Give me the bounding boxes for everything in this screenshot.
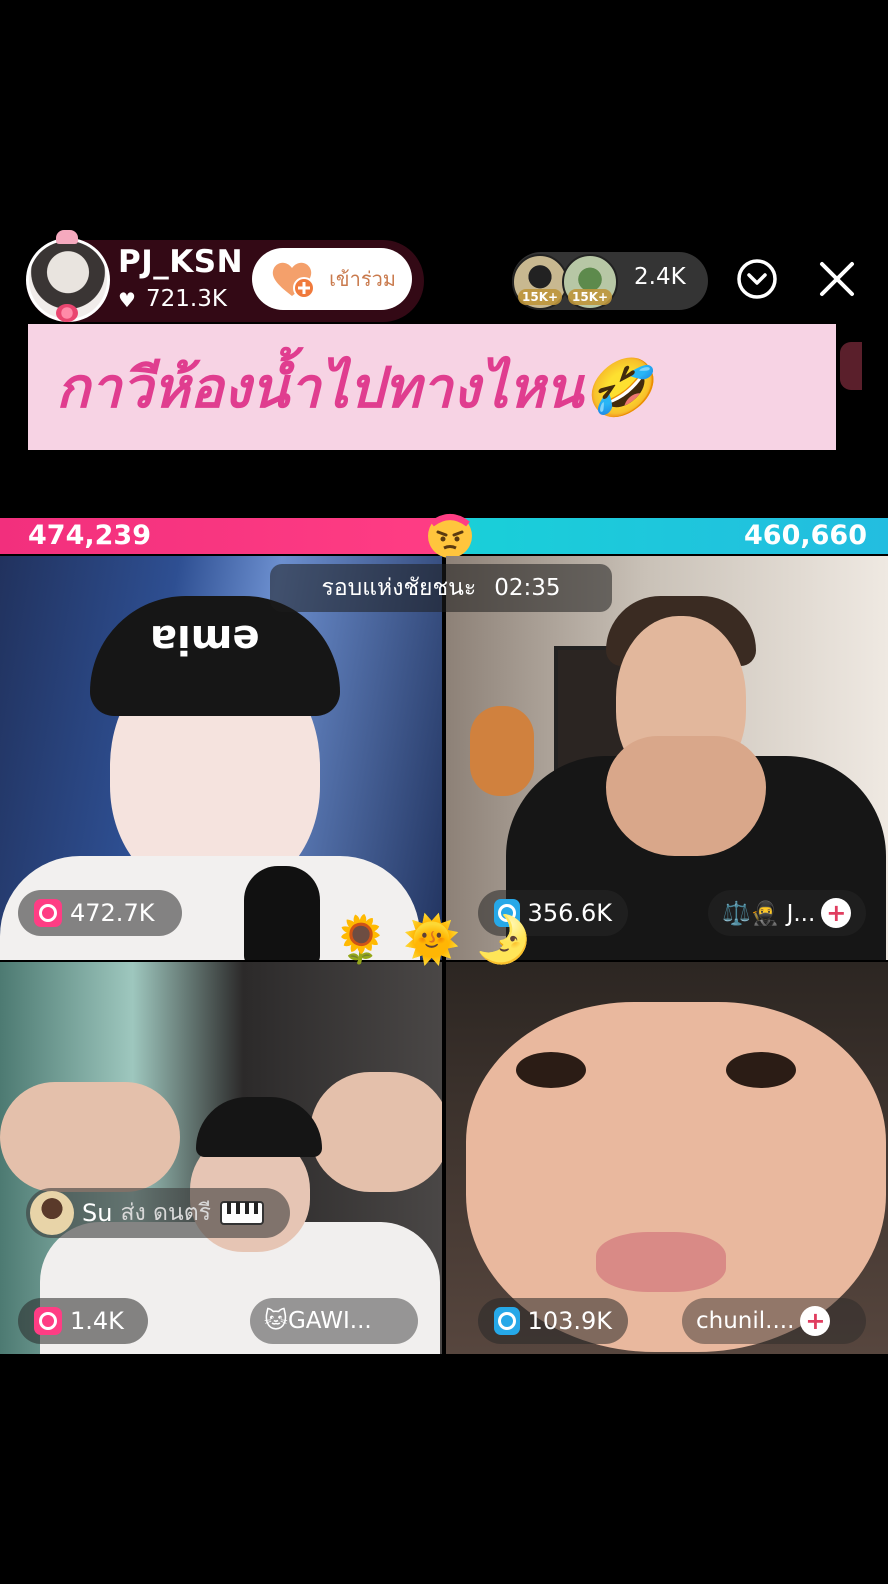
tile-score-pill: 103.9K (478, 1298, 628, 1344)
video-tile-4[interactable] (446, 962, 888, 1354)
tile-score: 103.9K (527, 1307, 612, 1335)
gift-action: ส่ง ดนตรี (120, 1200, 211, 1226)
round-timer-pill: รอบแห่งชัยชนะ 02:35 (270, 564, 612, 612)
guest-name-pill[interactable]: 🐱GAWI... (250, 1298, 418, 1344)
score-right: 460,660 (744, 520, 867, 551)
caption-text: กาวีห้องน้ำไปทางไหน🤣 (56, 354, 653, 421)
guest-name: 🐱GAWI... (264, 1308, 372, 1334)
guest-name: chunil.... (696, 1308, 795, 1334)
chevron-down-icon[interactable] (736, 258, 778, 300)
emoji-row: 🌻 🌞 🌛 (332, 912, 532, 967)
score-left: 474,239 (28, 520, 151, 551)
join-label: เข้าร่วม (329, 267, 396, 291)
tile-score: 1.4K (70, 1307, 124, 1335)
piano-gift-icon (219, 1201, 264, 1225)
sunflower-icon: 🌻 (332, 912, 390, 966)
guest-name-pill[interactable]: ⚖️🥷 J... + (708, 890, 866, 936)
tile-score: 472.7K (70, 899, 155, 927)
caption-banner: กาวีห้องน้ำไปทางไหน🤣 (28, 324, 836, 450)
tile-score: 356.6K (527, 899, 612, 927)
close-icon[interactable] (816, 258, 858, 300)
host-name: PJ_KSN (118, 244, 244, 280)
plus-icon[interactable]: + (821, 898, 852, 928)
gifter-name: Su (82, 1199, 113, 1227)
guest-name-pill[interactable]: chunil.... + (682, 1298, 866, 1344)
viewer-badge: 15K+ (518, 289, 563, 305)
round-timer: 02:35 (494, 575, 561, 601)
viewer-badge: 15K+ (568, 289, 613, 305)
heart-plus-icon (272, 262, 315, 299)
viewer-count[interactable]: 2.4K (634, 264, 686, 290)
avatar-flower-icon (56, 304, 78, 322)
gift-box-icon (494, 1307, 520, 1335)
side-gift-edge (840, 342, 862, 390)
battle-emoji-icon (428, 514, 472, 558)
round-label: รอบแห่งชัยชนะ (321, 575, 477, 601)
gift-notification: Su ส่ง ดนตรี (26, 1188, 290, 1238)
heart-icon: ♥ (118, 288, 136, 312)
sun-face-icon: 🌞 (403, 912, 461, 966)
host-likes-count: 721.3K (146, 286, 227, 312)
plus-icon[interactable]: + (800, 1306, 831, 1336)
tile-score-pill: 472.7K (18, 890, 182, 936)
moon-icon: 🌛 (474, 912, 532, 966)
tile-score-pill: 1.4K (18, 1298, 148, 1344)
guest-name: ⚖️🥷 J... (722, 900, 816, 927)
gift-box-icon (34, 1307, 62, 1335)
gifter-avatar (30, 1191, 74, 1235)
gift-box-icon (34, 899, 62, 927)
avatar-crown-icon (56, 230, 78, 244)
video-tile-3[interactable] (0, 962, 442, 1354)
